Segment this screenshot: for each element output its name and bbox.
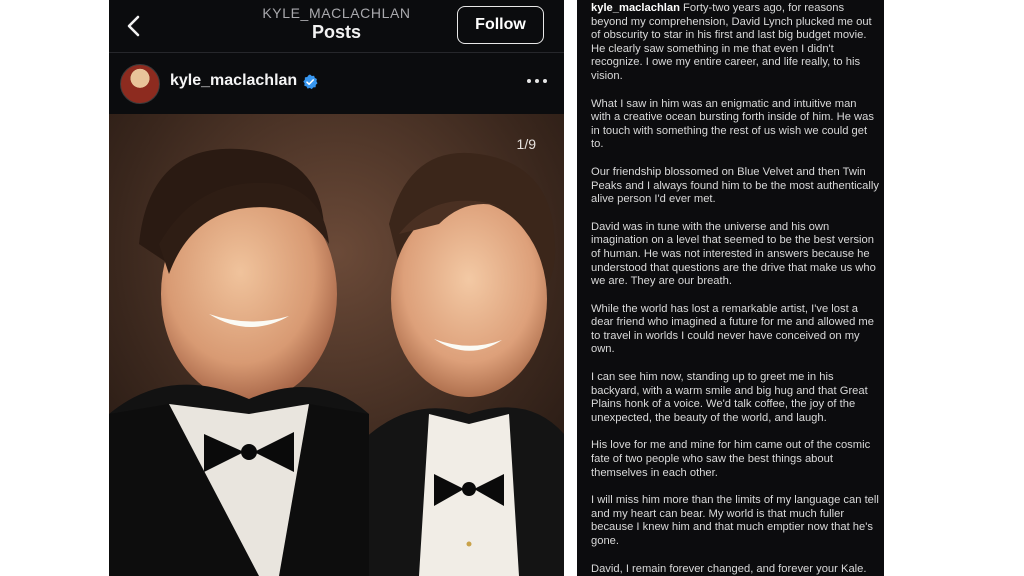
caption-paragraph: Our friendship blossomed on Blue Velvet …	[591, 165, 879, 206]
avatar[interactable]	[120, 64, 160, 104]
caption-paragraph: While the world has lost a remarkable ar…	[591, 302, 874, 356]
caption-paragraph: kyle_maclachlan Forty-two years ago, for…	[591, 2, 879, 84]
caption-username[interactable]: kyle_maclachlan	[591, 2, 680, 14]
verified-badge-icon	[302, 74, 318, 90]
post-photo[interactable]: 1/9	[109, 114, 564, 576]
more-options-icon[interactable]	[527, 79, 551, 87]
caption-paragraph: His love for me and mine for him came ou…	[591, 439, 871, 479]
post-author-row: kyle_maclachlan	[109, 60, 564, 106]
post-caption: kyle_maclachlan Forty-two years ago, for…	[591, 2, 879, 576]
post-viewer-panel: KYLE_MACLACHLAN Posts Follow kyle_maclac…	[109, 0, 564, 576]
follow-button[interactable]: Follow	[457, 6, 544, 44]
caption-paragraph: I can see him now, standing up to greet …	[591, 371, 868, 424]
top-navigation-bar: KYLE_MACLACHLAN Posts Follow	[109, 0, 564, 52]
header-divider	[109, 52, 564, 53]
caption-paragraph: David, I remain forever changed, and for…	[591, 562, 867, 575]
photo-illustration	[109, 114, 564, 576]
post-username[interactable]: kyle_maclachlan	[170, 72, 297, 90]
caption-paragraph: I will miss him more than the limits of …	[591, 494, 879, 547]
caption-paragraph: David was in tune with the universe and …	[591, 220, 876, 288]
caption-paragraph: What I saw in him was an enigmatic and i…	[591, 97, 874, 151]
image-counter: 1/9	[516, 136, 536, 152]
caption-panel: kyle_maclachlan Forty-two years ago, for…	[577, 0, 884, 576]
